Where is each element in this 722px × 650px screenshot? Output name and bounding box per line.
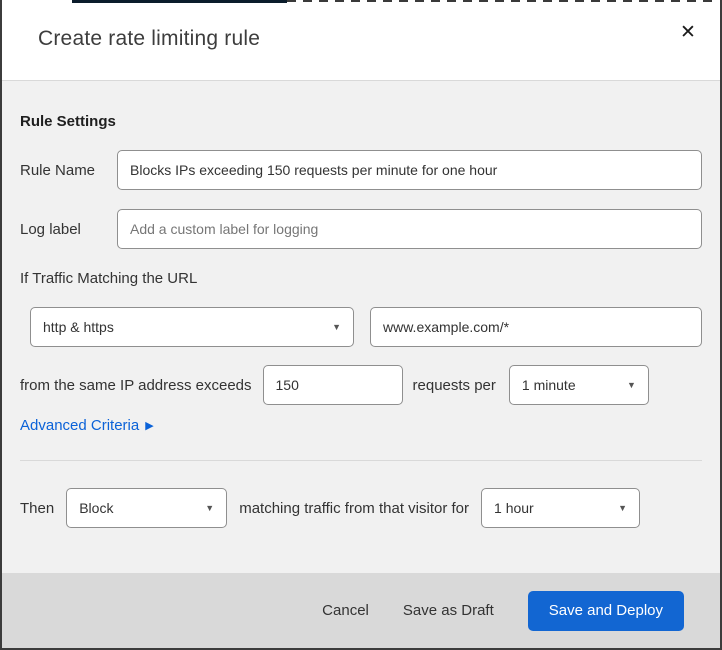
chevron-down-icon: ▼ xyxy=(332,321,341,332)
section-divider xyxy=(20,460,702,461)
save-and-deploy-button[interactable]: Save and Deploy xyxy=(527,590,684,631)
threshold-middle-text: requests per xyxy=(412,376,496,394)
create-rate-limiting-rule-dialog: Create rate limiting rule ✕ Rule Setting… xyxy=(0,0,722,650)
then-middle-text: matching traffic from that visitor for xyxy=(239,499,470,517)
url-pattern-input[interactable] xyxy=(370,307,702,347)
then-label: Then xyxy=(20,499,55,517)
duration-select[interactable]: 1 hour ▼ xyxy=(481,488,641,528)
dialog-header: Create rate limiting rule ✕ xyxy=(2,4,720,81)
rule-settings-heading: Rule Settings xyxy=(20,113,116,130)
dialog-title: Create rate limiting rule xyxy=(38,27,261,50)
rule-name-input[interactable] xyxy=(117,150,702,190)
threshold-row: from the same IP address exceeds request… xyxy=(20,365,702,405)
threshold-prefix-text: from the same IP address exceeds xyxy=(20,376,252,394)
chevron-down-icon: ▼ xyxy=(618,502,628,513)
chevron-down-icon: ▼ xyxy=(626,379,636,390)
request-count-input[interactable] xyxy=(262,365,403,405)
then-row: Then Block ▼ matching traffic from that … xyxy=(20,488,702,528)
cancel-button[interactable]: Cancel xyxy=(322,602,369,619)
close-icon[interactable]: ✕ xyxy=(674,18,702,46)
period-select-value: 1 minute xyxy=(521,377,576,393)
save-as-draft-button[interactable]: Save as Draft xyxy=(403,602,494,619)
background-bar-fragment xyxy=(72,0,287,3)
chevron-right-icon: ▶ xyxy=(145,419,154,432)
rule-name-label: Rule Name xyxy=(20,161,96,179)
background-dashed-fragment xyxy=(287,0,718,2)
action-select-value: Block xyxy=(79,500,114,516)
advanced-criteria-link[interactable]: Advanced Criteria ▶ xyxy=(20,417,154,435)
dialog-body: Rule Settings Rule Name Log label If Tra… xyxy=(2,81,720,573)
chevron-down-icon: ▼ xyxy=(205,502,215,513)
period-select[interactable]: 1 minute ▼ xyxy=(508,365,649,405)
rule-name-row: Rule Name xyxy=(20,150,702,190)
url-match-row: http & https ▼ xyxy=(20,307,702,347)
scheme-select[interactable]: http & https ▼ xyxy=(30,307,354,347)
advanced-criteria-label: Advanced Criteria xyxy=(20,417,140,434)
action-select[interactable]: Block ▼ xyxy=(66,488,228,528)
log-label-row: Log label xyxy=(20,209,702,249)
duration-select-value: 1 hour xyxy=(494,500,534,516)
traffic-matching-heading: If Traffic Matching the URL xyxy=(20,270,198,287)
dialog-footer: Cancel Save as Draft Save and Deploy xyxy=(2,573,720,648)
log-label-input[interactable] xyxy=(117,209,702,249)
scheme-select-value: http & https xyxy=(43,319,114,335)
log-label-label: Log label xyxy=(20,220,81,238)
